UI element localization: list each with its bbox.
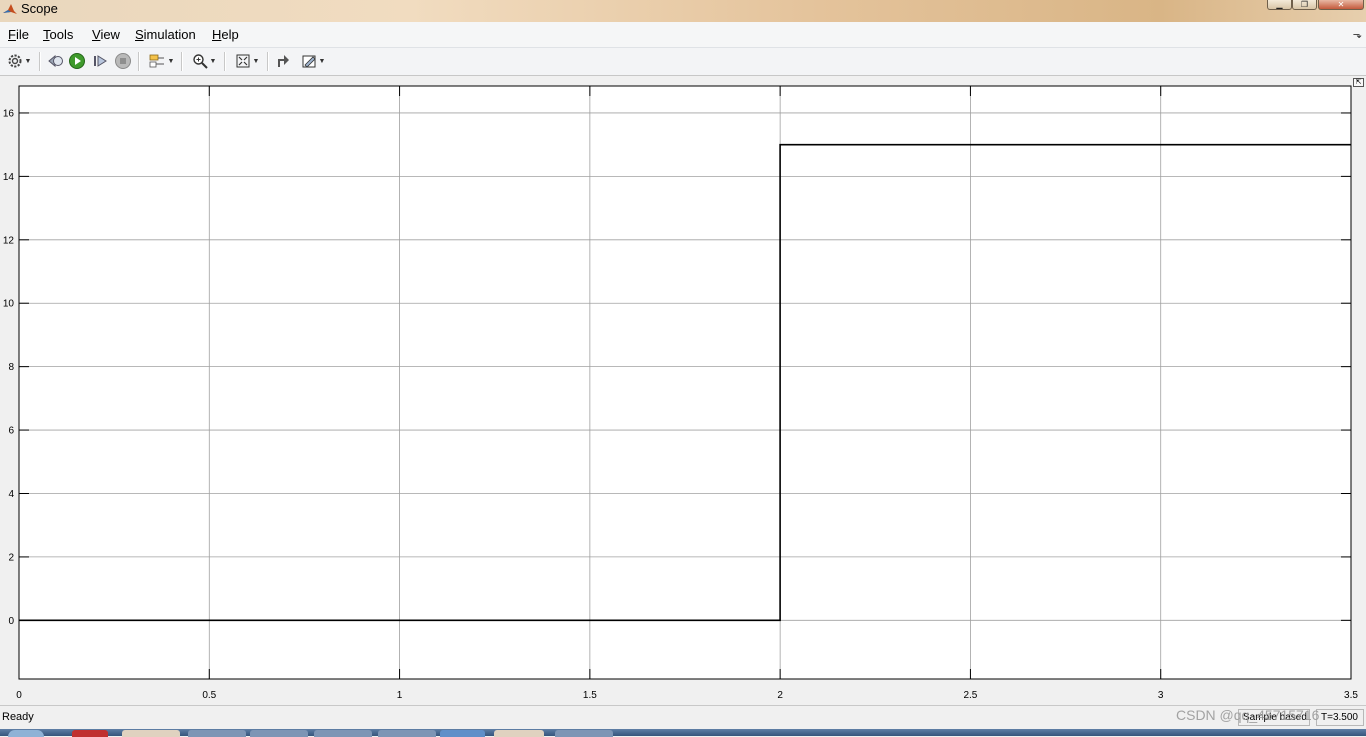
y-tick-label: 16 [3, 108, 15, 119]
step-forward-button[interactable] [90, 52, 110, 70]
close-button[interactable]: ✕ [1318, 0, 1364, 10]
dropdown-arrow-icon: ▼ [210, 58, 217, 65]
step-back-button[interactable] [45, 52, 65, 70]
expand-arrow-icon: ⇱ [1356, 79, 1362, 86]
fit-to-view-button[interactable]: ▼ [231, 52, 263, 70]
stop-icon [114, 52, 132, 70]
title-bar: Scope ▁ ❐ ✕ [0, 0, 1366, 22]
x-tick-label: 3 [1158, 690, 1164, 701]
y-tick-label: 4 [8, 489, 14, 500]
dock-arrow-icon[interactable]: ⬎ [1353, 28, 1362, 41]
signal-select-button[interactable]: ▼ [145, 52, 177, 70]
menu-view[interactable]: View [92, 27, 120, 42]
status-ready: Ready [2, 711, 34, 723]
status-bar: Ready Sample based T=3.500 [0, 705, 1366, 730]
minimize-icon: ▁ [1268, 0, 1291, 9]
step-forward-icon [91, 53, 109, 69]
y-tick-label: 12 [3, 235, 15, 246]
x-tick-label: 1 [397, 690, 403, 701]
zoom-in-icon [192, 53, 208, 69]
menu-file[interactable]: File [8, 27, 29, 42]
restore-button[interactable]: ❐ [1292, 0, 1317, 10]
signal-select-icon [148, 53, 166, 69]
style-button[interactable]: ▼ [297, 52, 329, 70]
toolbar-separator [224, 52, 226, 71]
step-back-icon [46, 53, 64, 69]
dropdown-arrow-icon: ▼ [319, 58, 326, 65]
dropdown-arrow-icon: ▼ [25, 58, 32, 65]
toolbar-separator [181, 52, 183, 71]
highlight-block-button[interactable] [273, 52, 293, 70]
restore-icon: ❐ [1293, 0, 1316, 9]
y-tick-label: 0 [8, 616, 14, 627]
watermark: CSDN @qq_45715716 [1176, 707, 1319, 723]
y-tick-label: 2 [8, 552, 14, 563]
y-tick-label: 6 [8, 426, 14, 437]
configuration-button[interactable]: ▼ [3, 52, 35, 70]
taskbar [0, 729, 1366, 736]
plot-background [19, 86, 1351, 679]
x-tick-label: 2 [777, 690, 783, 701]
toolbar: ▼ ▼ ▼ ▼ ▼ [0, 48, 1366, 76]
style-edit-icon [301, 53, 317, 69]
scope-plot-area: 0 0.5 1 1.5 2 2.5 3 3.5 0 2 4 6 8 10 12 14 16 ⇱ [0, 76, 1366, 704]
x-tick-label: 3.5 [1344, 690, 1358, 701]
toolbar-separator [39, 52, 41, 71]
status-time: T=3.500 [1316, 709, 1364, 726]
matlab-logo-icon [2, 2, 18, 18]
y-tick-label: 8 [8, 362, 14, 373]
y-tick-label: 10 [3, 299, 15, 310]
dropdown-arrow-icon: ▼ [253, 58, 260, 65]
zoom-button[interactable]: ▼ [188, 52, 220, 70]
run-button[interactable] [67, 52, 87, 70]
menu-help[interactable]: Help [212, 27, 239, 42]
x-tick-label: 0.5 [202, 690, 216, 701]
x-tick-label: 0 [16, 690, 22, 701]
dropdown-arrow-icon: ▼ [168, 58, 175, 65]
run-icon [68, 52, 86, 70]
close-icon: ✕ [1319, 0, 1363, 9]
scope-chart[interactable]: 0 0.5 1 1.5 2 2.5 3 3.5 0 2 4 6 8 10 12 14 16 [0, 76, 1366, 704]
restore-toolbar-button[interactable]: ⇱ [1353, 78, 1364, 87]
minimize-button[interactable]: ▁ [1267, 0, 1292, 10]
menu-tools[interactable]: Tools [43, 27, 73, 42]
stop-button[interactable] [113, 52, 133, 70]
settings-gear-icon [7, 53, 23, 69]
fit-to-view-icon [235, 53, 251, 69]
y-tick-label: 14 [3, 172, 15, 183]
x-tick-label: 1.5 [583, 690, 597, 701]
highlight-block-icon [275, 53, 291, 69]
toolbar-separator [267, 52, 269, 71]
menu-simulation[interactable]: Simulation [135, 27, 196, 42]
toolbar-separator [138, 52, 140, 71]
x-tick-label: 2.5 [963, 690, 977, 701]
window-title: Scope [21, 1, 58, 17]
menu-bar: File Tools View Simulation Help ⬎ [0, 22, 1366, 48]
